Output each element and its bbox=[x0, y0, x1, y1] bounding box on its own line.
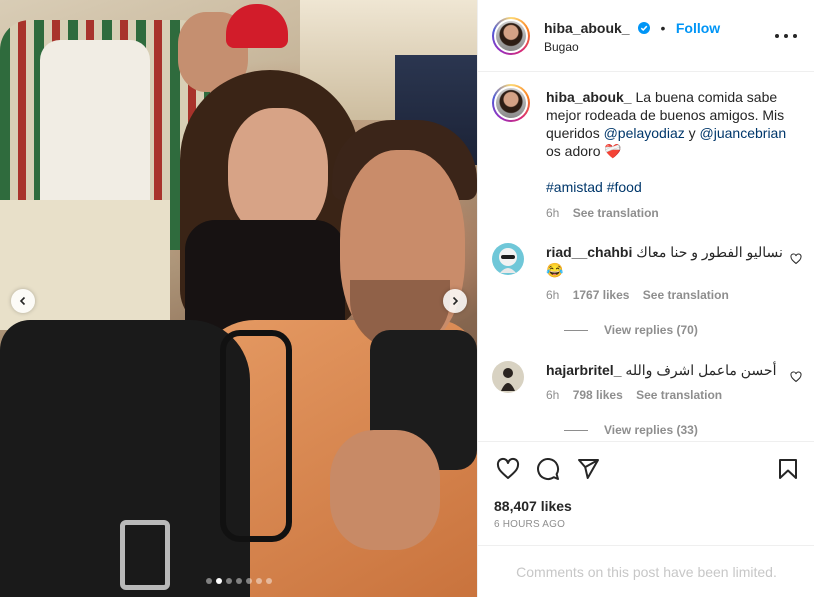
view-replies-label: View replies (70) bbox=[604, 323, 698, 337]
comments-limited-notice: Comments on this post have been limited. bbox=[478, 545, 814, 597]
photo-hand bbox=[330, 430, 440, 550]
carousel-dot[interactable] bbox=[245, 578, 252, 584]
caption-text: hiba_abouk_ La buena comida sabe mejor r… bbox=[546, 88, 798, 222]
mention-link-1[interactable]: @pelayodiaz bbox=[604, 125, 685, 141]
photo-woman-face bbox=[228, 108, 328, 238]
mention-link-2[interactable]: @juancebrian bbox=[700, 125, 787, 141]
carousel-dots bbox=[0, 578, 477, 584]
comment-time[interactable]: 6h bbox=[546, 388, 559, 402]
caption-see-translation[interactable]: See translation bbox=[573, 206, 659, 220]
caption-avatar-image bbox=[496, 88, 526, 118]
comment-body: hajarbritel_ أحسن ماعمل اشرف والله bbox=[546, 361, 786, 379]
carousel-dot[interactable] bbox=[215, 578, 222, 584]
carousel-dot[interactable] bbox=[235, 578, 242, 584]
carousel-dot[interactable] bbox=[265, 578, 272, 584]
comment-meta: 6h 798 likes See translation bbox=[546, 388, 732, 402]
post-location[interactable]: Bugao bbox=[544, 40, 579, 54]
separator-bullet: • bbox=[660, 20, 666, 36]
header-username[interactable]: hiba_abouk_ bbox=[544, 20, 630, 36]
verified-badge-icon bbox=[638, 22, 651, 34]
comment-time[interactable]: 6h bbox=[546, 288, 559, 302]
carousel-dot[interactable] bbox=[205, 578, 212, 584]
photo-red-cap bbox=[226, 4, 288, 48]
chevron-left-icon bbox=[19, 296, 26, 306]
comment-like-heart-icon[interactable] bbox=[790, 371, 802, 383]
comment-text: أحسن ماعمل اشرف والله bbox=[625, 362, 777, 378]
caption-meta: 6h See translation bbox=[546, 204, 798, 222]
share-icon[interactable] bbox=[576, 457, 600, 481]
more-options-icon[interactable] bbox=[775, 28, 797, 44]
hashtag-link-1[interactable]: #amistad bbox=[546, 179, 603, 195]
mending-heart-emoji: ❤️‍🩹 bbox=[604, 143, 622, 159]
post-actions: 88,407 likes 6 HOURS AGO bbox=[478, 441, 814, 545]
header-user-line: hiba_abouk_ • Follow bbox=[544, 20, 720, 38]
commenter-avatar-image bbox=[492, 243, 524, 275]
comment-like-heart-icon[interactable] bbox=[790, 253, 802, 265]
photo-shirt bbox=[40, 40, 150, 220]
comment-see-translation[interactable]: See translation bbox=[643, 288, 729, 302]
comment-avatar[interactable] bbox=[492, 243, 524, 275]
avatar-image bbox=[496, 21, 526, 51]
caption-username[interactable]: hiba_abouk_ bbox=[546, 89, 632, 105]
comment-see-translation[interactable]: See translation bbox=[636, 388, 722, 402]
comment-username[interactable]: riad__chahbi bbox=[546, 244, 632, 260]
comment-avatar[interactable] bbox=[492, 361, 524, 393]
replies-divider-line bbox=[564, 329, 588, 331]
caption-avatar[interactable] bbox=[492, 84, 530, 122]
caption-body-3: os adoro bbox=[546, 143, 601, 159]
heart-icon[interactable] bbox=[496, 457, 520, 481]
view-replies-button[interactable]: View replies (33) bbox=[564, 423, 698, 437]
replies-divider-line bbox=[564, 429, 588, 431]
carousel-dot[interactable] bbox=[225, 578, 232, 584]
follow-button[interactable]: Follow bbox=[676, 20, 720, 36]
likes-count[interactable]: 88,407 likes bbox=[494, 498, 572, 514]
chevron-right-icon bbox=[452, 296, 459, 306]
caption-time[interactable]: 6h bbox=[546, 206, 559, 220]
carousel-prev-button[interactable] bbox=[11, 289, 35, 313]
avatar[interactable] bbox=[492, 17, 530, 55]
view-replies-button[interactable]: View replies (70) bbox=[564, 323, 698, 337]
caption-body-2: y bbox=[688, 125, 696, 141]
post-photo[interactable] bbox=[0, 0, 477, 597]
comment-body: riad__chahbi نساليو الفطور و حنا معاك 😂 bbox=[546, 243, 786, 279]
comment-meta: 6h 1767 likes See translation bbox=[546, 288, 739, 302]
commenter-avatar-image bbox=[492, 361, 524, 393]
carousel-dot[interactable] bbox=[255, 578, 262, 584]
post-time-ago[interactable]: 6 HOURS AGO bbox=[494, 519, 565, 530]
post-header: hiba_abouk_ • Follow Bugao bbox=[478, 0, 814, 72]
comment-icon[interactable] bbox=[536, 457, 560, 481]
photo-bag-strap bbox=[220, 330, 292, 542]
view-replies-label: View replies (33) bbox=[604, 423, 698, 437]
comment-likes[interactable]: 1767 likes bbox=[573, 288, 630, 302]
comments-limited-text: Comments on this post have been limited. bbox=[516, 563, 777, 580]
bookmark-icon[interactable] bbox=[776, 457, 800, 481]
comment-likes[interactable]: 798 likes bbox=[573, 388, 623, 402]
post-details-panel: hiba_abouk_ • Follow Bugao hiba_abouk_ L… bbox=[477, 0, 814, 597]
carousel-next-button[interactable] bbox=[443, 289, 467, 313]
hashtag-link-2[interactable]: #food bbox=[607, 179, 642, 195]
comment-username[interactable]: hajarbritel_ bbox=[546, 362, 621, 378]
